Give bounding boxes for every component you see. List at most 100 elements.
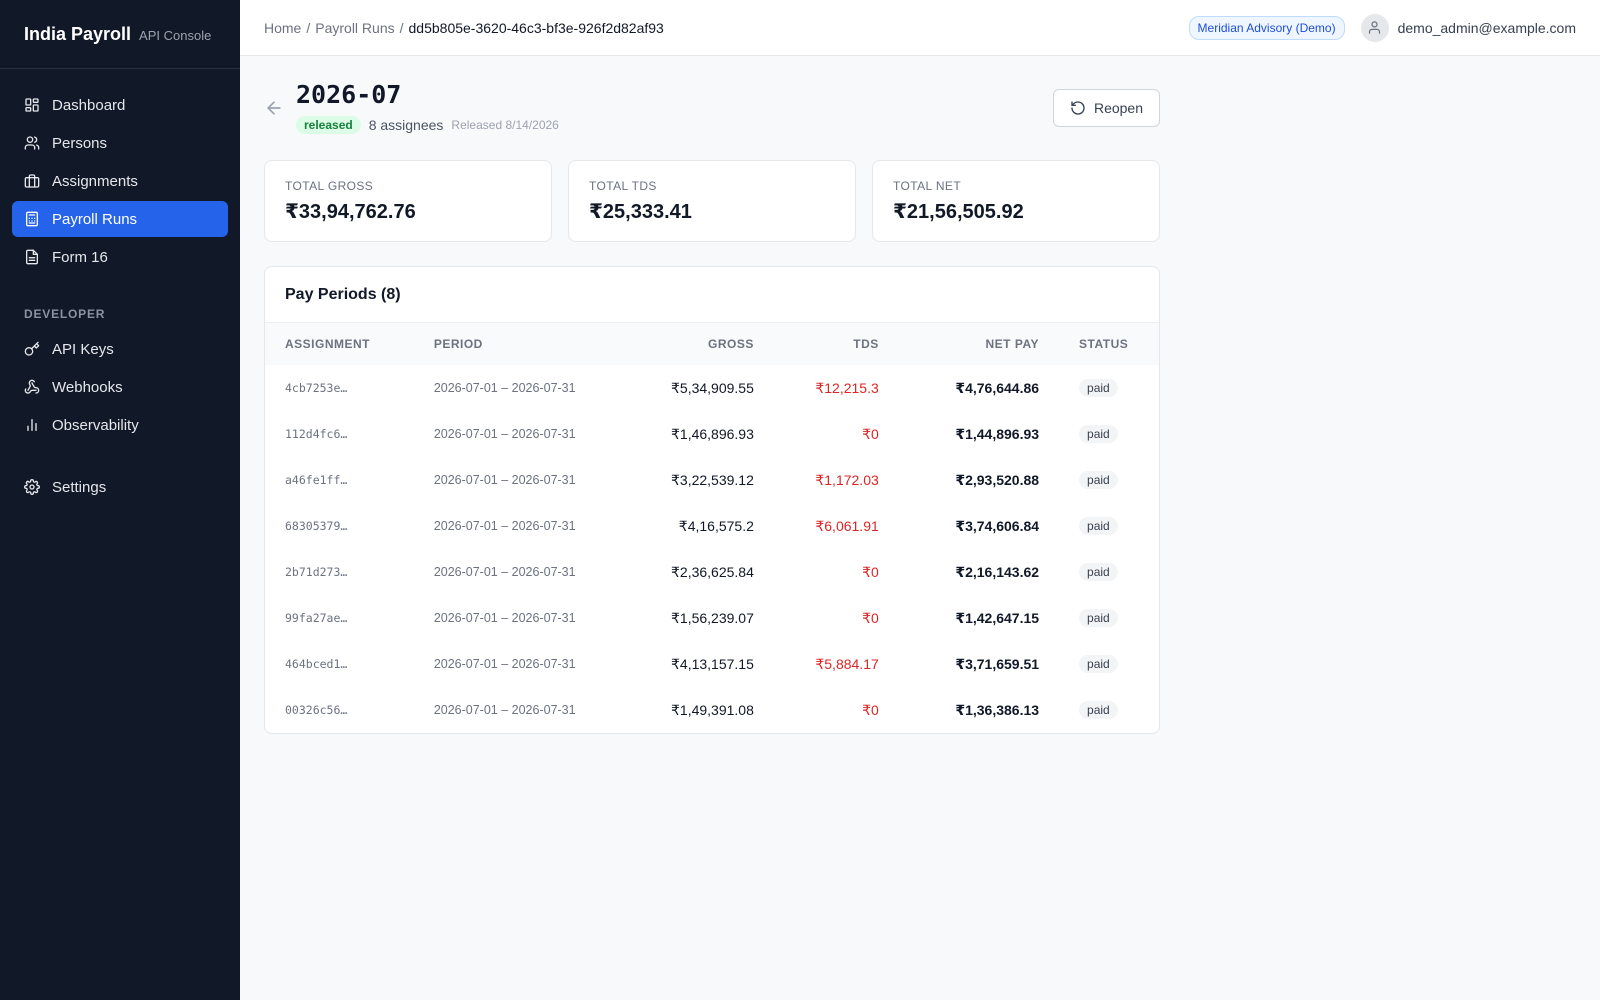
net-pay: ₹2,16,143.62 [955,563,1040,580]
tds: ₹0 [862,701,879,718]
table-row: 00326c56… 2026-07-01 – 2026-07-31 ₹1,49,… [265,687,1159,733]
period: 2026-07-01 – 2026-07-31 [433,473,576,487]
status-cell: paid [1059,687,1159,733]
sidebar-item-persons[interactable]: Persons [12,125,228,161]
assignment-id[interactable]: 00326c56… [265,687,414,733]
period: 2026-07-01 – 2026-07-31 [433,703,576,717]
calculator-icon [26,211,38,227]
tds: ₹0 [862,563,879,580]
stats-row: TOTAL GROSS ₹33,94,762.76 TOTAL TDS ₹25,… [264,160,1160,242]
status-badge: paid [1079,655,1118,673]
net-pay: ₹1,42,647.15 [955,609,1040,626]
sidebar-item-form-16[interactable]: Form 16 [12,239,228,275]
status-cell: paid [1059,549,1159,595]
assignment-id[interactable]: 2b71d273… [265,549,414,595]
net-pay: ₹1,36,386.13 [955,701,1040,718]
stat-label: TOTAL GROSS [285,179,374,193]
stat-card-total-net: TOTAL NET ₹21,56,505.92 [872,160,1160,242]
sidebar-item-settings[interactable]: Settings [12,469,228,505]
breadcrumb-payroll-runs[interactable]: Payroll Runs [315,20,394,36]
net-pay: ₹4,76,644.86 [955,379,1040,396]
developer-section-label: DEVELOPER [24,307,106,321]
column-header-net-pay: NET PAY [985,337,1040,351]
bar-chart-icon [27,419,37,431]
status-cell: paid [1059,503,1159,549]
tds: ₹0 [862,425,879,442]
assignment-id[interactable]: 464bced1… [265,641,414,687]
period: 2026-07-01 – 2026-07-31 [433,611,576,625]
sidebar-item-webhooks[interactable]: Webhooks [12,369,228,405]
assignment-id[interactable]: 68305379… [265,503,414,549]
reopen-button[interactable]: Reopen [1052,89,1160,127]
run-meta: released 8 assignees Released 8/14/2026 [296,116,559,134]
assignment-id[interactable]: 4cb7253e… [265,365,414,411]
sidebar-item-api-keys[interactable]: API Keys [12,331,228,367]
stat-label: TOTAL TDS [589,179,657,193]
sidebar-nav: Dashboard Persons Assignments Payroll Ru… [0,69,240,505]
column-header-period: PERIOD [433,337,483,351]
tds: ₹1,172.03 [815,471,879,488]
assignees-count: 8 assignees [368,117,444,133]
key-icon [24,341,40,356]
avatar[interactable] [1360,13,1389,42]
net-pay: ₹3,74,606.84 [955,517,1040,534]
sidebar-item-label: Assignments [52,172,138,190]
column-header-status: STATUS [1079,337,1129,351]
table-row: 464bced1… 2026-07-01 – 2026-07-31 ₹4,13,… [265,641,1159,687]
stat-value: ₹25,333.41 [589,201,692,223]
sidebar-item-payroll-runs[interactable]: Payroll Runs [12,201,228,237]
assignment-id[interactable]: 99fa27ae… [265,595,414,641]
tds: ₹0 [862,609,879,626]
table-row: 99fa27ae… 2026-07-01 – 2026-07-31 ₹1,56,… [265,595,1159,641]
period: 2026-07-01 – 2026-07-31 [433,427,576,441]
status-badge: paid [1079,425,1118,443]
breadcrumb-separator: / [399,19,404,36]
sidebar-item-assignments[interactable]: Assignments [12,163,228,199]
rotate-ccw-icon [1071,101,1085,115]
net-pay: ₹1,44,896.93 [955,425,1040,442]
status-cell: paid [1059,595,1159,641]
topbar-right: Meridian Advisory (Demo) demo_admin@exam… [1188,13,1576,42]
pay-periods-table: ASSIGNMENT PERIOD GROSS TDS NET PAY STAT… [265,323,1159,733]
assignment-id[interactable]: 112d4fc6… [265,411,414,457]
column-header-tds: TDS [853,337,879,351]
org-badge[interactable]: Meridian Advisory (Demo) [1188,15,1345,40]
table-row: 112d4fc6… 2026-07-01 – 2026-07-31 ₹1,46,… [265,411,1159,457]
breadcrumb-home[interactable]: Home [264,20,301,36]
net-pay: ₹2,93,520.88 [955,471,1040,488]
arrow-left-icon[interactable] [264,98,284,118]
dashboard-icon [25,98,39,112]
status-badge: paid [1079,517,1118,535]
users-icon [24,136,40,150]
sidebar-item-label: Form 16 [52,248,108,266]
brand: India Payroll API Console [0,0,240,69]
reopen-label: Reopen [1093,100,1143,116]
period: 2026-07-01 – 2026-07-31 [433,565,576,579]
status-badge: paid [1079,471,1118,489]
sidebar: India Payroll API Console Dashboard Pers… [0,0,240,1000]
table-row: 68305379… 2026-07-01 – 2026-07-31 ₹4,16,… [265,503,1159,549]
sidebar-item-label: Webhooks [52,378,123,396]
gross: ₹5,34,909.55 [671,379,754,396]
sidebar-item-dashboard[interactable]: Dashboard [12,87,228,123]
sidebar-item-label: Settings [52,478,107,496]
table-header-row: ASSIGNMENT PERIOD GROSS TDS NET PAY STAT… [265,323,1159,365]
brand-name: India Payroll [24,24,132,44]
period: 2026-07-01 – 2026-07-31 [433,657,576,671]
tds: ₹12,215.3 [815,379,879,396]
breadcrumb-current: dd5b805e-3620-46c3-bf3e-926f2d82af93 [408,19,664,36]
document-icon [26,249,38,265]
stat-card-total-tds: TOTAL TDS ₹25,333.41 [568,160,856,242]
assignment-id[interactable]: a46fe1ff… [265,457,414,503]
status-badge: paid [1079,379,1118,397]
status-cell: paid [1059,365,1159,411]
gross: ₹1,56,239.07 [671,609,754,626]
status-badge: paid [1079,563,1118,581]
user-icon [1368,21,1381,34]
user-email[interactable]: demo_admin@example.com [1398,20,1576,36]
stat-value: ₹21,56,505.92 [893,201,1024,223]
status-cell: paid [1059,641,1159,687]
gross: ₹4,13,157.15 [671,655,754,672]
sidebar-item-observability[interactable]: Observability [12,407,228,443]
gross: ₹4,16,575.2 [678,517,754,534]
